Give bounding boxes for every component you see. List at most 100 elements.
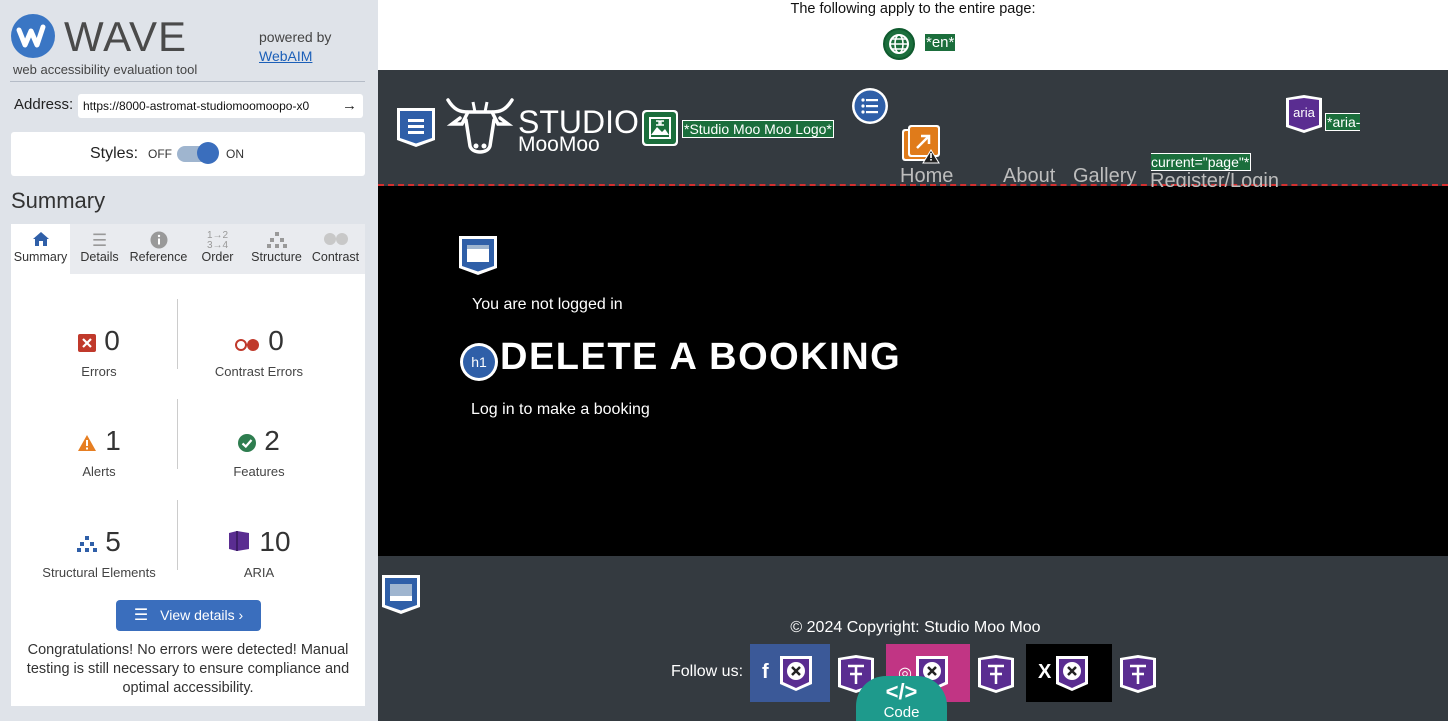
empty-link-error-icon[interactable]: [1054, 654, 1090, 697]
view-details-label: View details ›: [160, 607, 244, 623]
code-panel-toggle[interactable]: </> Code: [856, 676, 947, 721]
copyright-text: © 2024 Copyright: Studio Moo Moo: [790, 619, 1041, 636]
wave-sidebar: WAVE web accessibility evaluation tool p…: [0, 0, 378, 721]
tab-label: Details: [80, 250, 119, 264]
tab-label: Structure: [251, 250, 302, 264]
header-landmark-icon[interactable]: [395, 106, 437, 153]
powered-by-text: powered by: [259, 29, 332, 45]
list-icon: ☰: [91, 231, 108, 250]
linked-image-icon[interactable]: [641, 109, 679, 152]
contrast-errors-label: Contrast Errors: [214, 364, 304, 379]
footer-landmark-icon[interactable]: [380, 573, 422, 620]
errors-count: 0: [104, 325, 120, 356]
tab-details[interactable]: ☰ Details: [70, 224, 129, 274]
styles-toggle-knob[interactable]: [197, 142, 219, 164]
x-twitter-link[interactable]: X: [1026, 644, 1112, 702]
aria-tabindex-icon[interactable]: [976, 654, 1016, 699]
tab-order[interactable]: 1→2 3→4 Order: [188, 224, 247, 274]
page-level-notice: The following apply to the entire page: …: [378, 0, 1448, 70]
styles-toggle-panel: Styles: OFF ON: [11, 132, 365, 176]
stat-aria-count-row: 10: [179, 526, 339, 560]
aria-cube-icon: [227, 528, 251, 560]
stat-errors-count-row: 0: [19, 325, 179, 359]
facebook-link[interactable]: f: [750, 644, 830, 702]
language-label: *en*: [924, 33, 957, 52]
stat-structural-count-row: 5: [19, 526, 179, 560]
arrow-right-icon[interactable]: →: [342, 97, 357, 114]
cow-logo-icon[interactable]: [444, 94, 516, 165]
structure-icon: [77, 528, 98, 560]
stat-errors[interactable]: 0 Errors: [19, 315, 179, 385]
stat-features[interactable]: 2 Features: [179, 415, 339, 485]
tab-summary[interactable]: Summary: [11, 224, 70, 274]
code-icon: </>: [885, 679, 918, 704]
alerts-count: 1: [105, 425, 121, 456]
h1-icon-text: h1: [471, 354, 487, 370]
info-icon: [129, 224, 188, 250]
nav-gallery-link[interactable]: Gallery: [1073, 165, 1136, 188]
main-content: You are not logged in h1 DELETE A BOOKIN…: [378, 187, 1448, 556]
wave-logo-icon: [11, 14, 55, 58]
features-label: Features: [233, 464, 285, 479]
stat-aria[interactable]: 10 ARIA: [179, 516, 339, 586]
empty-link-error-icon[interactable]: [778, 654, 814, 697]
navigation-icon[interactable]: [851, 87, 889, 130]
wave-logo-text: WAVE: [64, 13, 188, 60]
page-notice-text: The following apply to the entire page:: [790, 1, 1036, 17]
styles-off-label: OFF: [148, 147, 172, 161]
x-logo-icon: X: [1038, 661, 1052, 683]
login-prompt-link[interactable]: Log in to make a booking: [471, 401, 650, 419]
structure-icon: [247, 224, 306, 250]
tab-structure[interactable]: Structure: [247, 224, 306, 274]
alert-icon: [77, 427, 97, 459]
aria-current-label: *aria-current="page"*: [1150, 102, 1361, 182]
h1-heading-icon[interactable]: h1: [459, 342, 499, 387]
code-label: Code: [883, 704, 920, 721]
styles-label: Styles:: [90, 145, 139, 162]
redundant-link-alert-icon[interactable]: [901, 124, 941, 169]
address-value: https://8000-astromat-studiomoomoopo-x0: [83, 99, 310, 113]
tab-contrast[interactable]: Contrast: [306, 224, 365, 274]
wave-tabs: Summary ☰ Details Reference 1→2 3→4 Order…: [11, 224, 365, 274]
structural-label: Structural Elements: [42, 565, 156, 580]
address-input[interactable]: https://8000-astromat-studiomoomoopo-x0 …: [78, 94, 363, 118]
contrast-errors-count: 0: [268, 325, 284, 356]
congrats-message: Congratulations! No errors were detected…: [26, 642, 350, 696]
stat-alerts-count-row: 1: [19, 425, 179, 459]
stat-contrast-errors[interactable]: 0 Contrast Errors: [179, 315, 339, 385]
structural-count: 5: [105, 526, 121, 557]
language-globe-icon[interactable]: [883, 28, 915, 60]
address-label: Address:: [14, 96, 74, 113]
wave-brand: WAVE web accessibility evaluation tool p…: [10, 12, 365, 82]
aria-tabindex-icon[interactable]: [1118, 654, 1158, 699]
errors-label: Errors: [81, 364, 117, 379]
main-landmark-icon[interactable]: [457, 234, 499, 281]
tab-label: Reference: [129, 250, 188, 264]
nav-about-link[interactable]: About: [1003, 165, 1055, 188]
follow-us-label: Follow us:: [671, 663, 744, 680]
view-details-button[interactable]: ☰ View details ›: [116, 600, 261, 631]
alerts-label: Alerts: [82, 464, 116, 479]
home-icon: [11, 224, 70, 250]
webaim-link[interactable]: WebAIM: [259, 47, 331, 66]
check-circle-icon: [238, 427, 257, 459]
aria-label: ARIA: [243, 565, 275, 580]
contrast-error-icon: [234, 327, 260, 359]
evaluated-page: The following apply to the entire page: …: [378, 0, 1448, 721]
address-bar: Address: https://8000-astromat-studiomoo…: [13, 94, 363, 118]
stat-alerts[interactable]: 1 Alerts: [19, 415, 179, 485]
login-status-text: You are not logged in: [472, 296, 623, 313]
aria-current-text: *aria-current="page"*: [1151, 113, 1361, 171]
stat-structural[interactable]: 5 Structural Elements: [19, 516, 179, 586]
summary-panel: 0 Errors 0 Contrast Errors 1 Alerts 2 Fe…: [11, 274, 365, 706]
list-icon: ☰: [133, 607, 149, 624]
site-header: STUDIO MooMoo *Studio Moo Moo Logo* Home…: [378, 70, 1448, 192]
stat-contrast-count-row: 0: [179, 325, 339, 359]
facebook-icon: f: [762, 661, 769, 683]
features-count: 2: [264, 425, 280, 456]
stat-features-count-row: 2: [179, 425, 339, 459]
order-icon: 1→2 3→4: [206, 230, 229, 251]
page-title: DELETE A BOOKING: [500, 336, 902, 378]
styles-on-label: ON: [226, 147, 244, 161]
tab-reference[interactable]: Reference: [129, 224, 188, 274]
